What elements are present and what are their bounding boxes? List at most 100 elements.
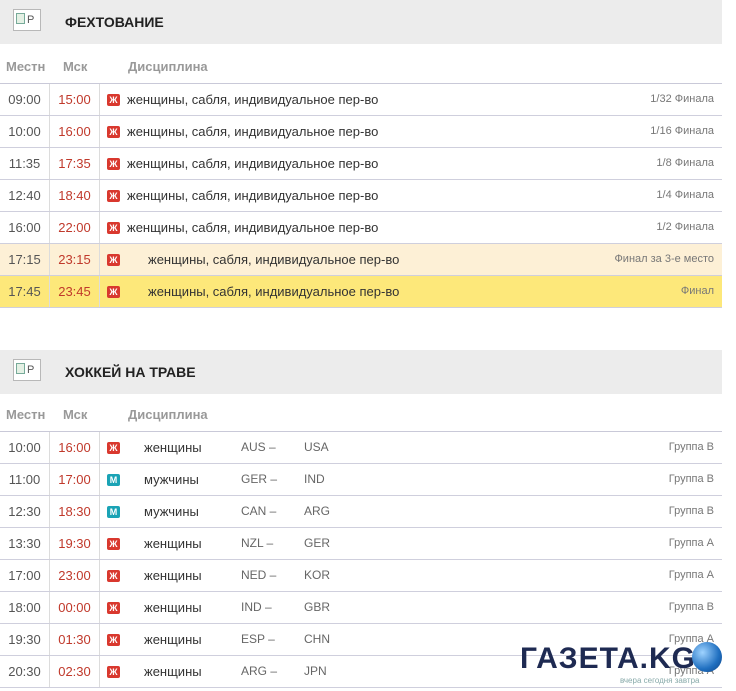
table-row[interactable]: 16:00 22:00 Жженщины, сабля, индивидуально…: [0, 212, 722, 244]
gender-badge: Ж: [107, 158, 120, 170]
stage-label: 1/16 Финала: [650, 125, 714, 137]
local-time: 17:15: [0, 244, 50, 275]
stage-label: Финал за 3-е место: [614, 253, 714, 265]
discipline-text: женщины, сабля, индивидуальное пер-во: [127, 220, 379, 235]
msk-time: 23:45: [50, 276, 100, 307]
stage-label: 1/32 Финала: [650, 93, 714, 105]
fencing-column-header: Местн Мск Дисциплина: [0, 50, 722, 84]
stage-label: Группа B: [668, 505, 714, 517]
team-away: GBR: [304, 600, 331, 614]
globe-icon: [692, 642, 722, 672]
column-msk: Мск: [63, 407, 88, 422]
gender-badge: Ж: [107, 634, 120, 646]
discipline-text: женщины: [144, 632, 202, 647]
table-row[interactable]: 11:00 17:00 Ммужчины GER – IND Группа B: [0, 464, 722, 496]
gender-badge: М: [107, 506, 120, 518]
table-row[interactable]: 17:45 23:45 Жженщины, сабля, индивидуально…: [0, 276, 722, 308]
gender-badge: Ж: [107, 666, 120, 678]
local-time: 10:00: [0, 116, 50, 147]
fencing-section: P ФЕХТОВАНИЕ Местн Мск Дисциплина 09:00 1…: [0, 0, 722, 308]
fencing-title: ФЕХТОВАНИЕ: [65, 14, 164, 30]
team-home: CAN –: [241, 504, 277, 518]
stage-label: Группа A: [668, 537, 714, 549]
stage-label: Финал: [680, 285, 714, 297]
discipline-text: женщины: [144, 664, 202, 679]
table-row[interactable]: 18:00 00:00 Жженщины IND – GBR Группа B: [0, 592, 722, 624]
stage-label: Группа A: [668, 569, 714, 581]
column-msk: Мск: [63, 59, 88, 74]
discipline-text: женщины: [144, 568, 202, 583]
msk-time: 15:00: [50, 84, 100, 115]
gender-badge: Ж: [107, 538, 120, 550]
team-away: KOR: [304, 568, 331, 582]
discipline-text: женщины: [144, 536, 202, 551]
msk-time: 01:30: [50, 624, 100, 655]
broken-image-icon: P: [13, 359, 41, 381]
hockey-header: P ХОККЕЙ НА ТРАВЕ: [0, 350, 722, 394]
table-row[interactable]: 17:15 23:15 Жженщины, сабля, индивидуально…: [0, 244, 722, 276]
team-away: GER: [304, 536, 331, 550]
team-away: JPN: [304, 664, 327, 678]
stage-label: 1/4 Финала: [656, 189, 714, 201]
team-home: ESP –: [241, 632, 275, 646]
hockey-section: P ХОККЕЙ НА ТРАВЕ Местн Мск Дисциплина 1…: [0, 350, 722, 688]
table-row[interactable]: 12:40 18:40 Жженщины, сабля, индивидуально…: [0, 180, 722, 212]
gazeta-kg-watermark: ГАЗЕТА.KG вчера сегодня завтра: [520, 640, 726, 686]
local-time: 11:35: [0, 148, 50, 179]
local-time: 17:00: [0, 560, 50, 591]
discipline-text: женщины, сабля, индивидуальное пер-во: [127, 188, 379, 203]
msk-time: 19:30: [50, 528, 100, 559]
column-local: Местн: [6, 407, 46, 422]
stage-label: Группа B: [668, 601, 714, 613]
hockey-title: ХОККЕЙ НА ТРАВЕ: [65, 364, 196, 380]
msk-time: 16:00: [50, 116, 100, 147]
team-home: AUS –: [241, 440, 276, 454]
msk-time: 18:30: [50, 496, 100, 527]
team-away: IND: [304, 472, 325, 486]
team-home: NZL –: [241, 536, 274, 550]
table-row[interactable]: 10:00 16:00 Жженщины, сабля, индивидуально…: [0, 116, 722, 148]
column-local: Местн: [6, 59, 46, 74]
team-home: ARG –: [241, 664, 278, 678]
local-time: 10:00: [0, 432, 50, 463]
discipline-text: мужчины: [144, 472, 199, 487]
msk-time: 23:00: [50, 560, 100, 591]
table-row[interactable]: 11:35 17:35 Жженщины, сабля, индивидуально…: [0, 148, 722, 180]
msk-time: 17:35: [50, 148, 100, 179]
msk-time: 16:00: [50, 432, 100, 463]
gender-badge: Ж: [107, 602, 120, 614]
msk-time: 18:40: [50, 180, 100, 211]
stage-label: 1/2 Финала: [656, 221, 714, 233]
local-time: 17:45: [0, 276, 50, 307]
team-away: CHN: [304, 632, 330, 646]
discipline-text: женщины: [144, 600, 202, 615]
team-away: ARG: [304, 504, 331, 518]
gender-badge: Ж: [107, 126, 120, 138]
discipline-text: женщины, сабля, индивидуальное пер-во: [148, 252, 400, 267]
local-time: 18:00: [0, 592, 50, 623]
column-discipline: Дисциплина: [128, 59, 208, 74]
table-row[interactable]: 17:00 23:00 Жженщины NED – KOR Группа A: [0, 560, 722, 592]
local-time: 09:00: [0, 84, 50, 115]
table-row[interactable]: 13:30 19:30 Жженщины NZL – GER Группа A: [0, 528, 722, 560]
column-discipline: Дисциплина: [128, 407, 208, 422]
gender-badge: М: [107, 474, 120, 486]
msk-time: 00:00: [50, 592, 100, 623]
table-row[interactable]: 12:30 18:30 Ммужчины CAN – ARG Группа B: [0, 496, 722, 528]
local-time: 13:30: [0, 528, 50, 559]
hockey-column-header: Местн Мск Дисциплина: [0, 398, 722, 432]
table-row[interactable]: 09:00 15:00 Жженщины, сабля, индивидуально…: [0, 84, 722, 116]
discipline-text: мужчины: [144, 504, 199, 519]
local-time: 20:30: [0, 656, 50, 687]
gender-badge: Ж: [107, 286, 120, 298]
local-time: 11:00: [0, 464, 50, 495]
table-row[interactable]: 10:00 16:00 Жженщины AUS – USA Группа B: [0, 432, 722, 464]
broken-image-icon: P: [13, 9, 41, 31]
stage-label: 1/8 Финала: [656, 157, 714, 169]
fencing-header: P ФЕХТОВАНИЕ: [0, 0, 722, 44]
msk-time: 02:30: [50, 656, 100, 687]
discipline-text: женщины: [144, 440, 202, 455]
stage-label: Группа B: [668, 473, 714, 485]
stage-label: Группа B: [668, 441, 714, 453]
gender-badge: Ж: [107, 570, 120, 582]
